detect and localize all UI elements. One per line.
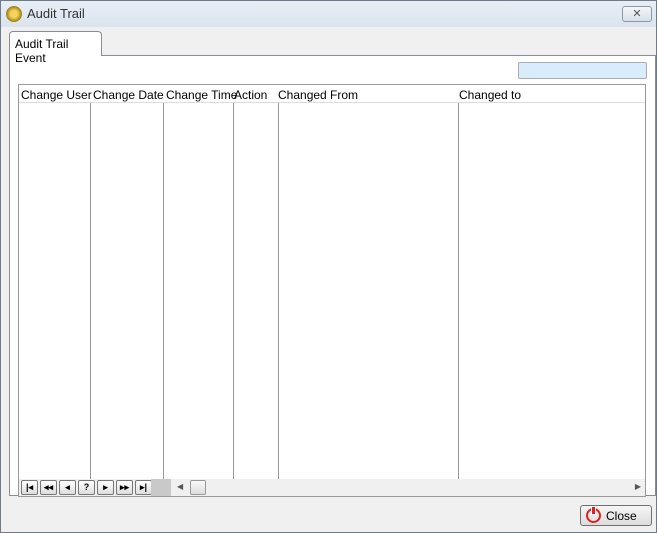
grid-header: Change User Change Date Change Time Acti… [19, 85, 645, 103]
prior-record-button[interactable]: ◂ [59, 480, 76, 495]
last-record-button[interactable]: ▸| [135, 480, 152, 495]
title-bar: Audit Trail ✕ [1, 1, 656, 27]
column-header-change-time[interactable]: Change Time [166, 88, 237, 102]
tab-panel: Change User Change Date Change Time Acti… [9, 55, 656, 497]
audit-trail-window: Audit Trail ✕ Audit Trail Event Change U… [0, 0, 657, 533]
app-logo-icon [6, 6, 22, 22]
column-divider [90, 103, 91, 479]
horizontal-scrollbar-thumb[interactable] [190, 480, 206, 495]
window-close-button[interactable]: ✕ [622, 6, 652, 22]
audit-grid: Change User Change Date Change Time Acti… [18, 84, 646, 497]
next-record-button[interactable]: ▸ [97, 480, 114, 495]
column-divider [233, 103, 234, 479]
column-header-change-user[interactable]: Change User [21, 88, 92, 102]
tab-audit-trail-event[interactable]: Audit Trail Event [9, 31, 102, 65]
first-record-button[interactable]: |◂ [21, 480, 38, 495]
search-input[interactable] [518, 62, 647, 79]
close-button[interactable]: Close [580, 505, 652, 526]
grid-navigator: |◂ ◂◂ ◂ ? ▸ ▸▸ ▸| ◀ ▶ [19, 479, 645, 496]
power-icon [586, 506, 601, 523]
scroll-right-arrow-icon[interactable]: ▶ [635, 482, 641, 491]
prior-page-button[interactable]: ◂◂ [40, 480, 57, 495]
column-header-change-date[interactable]: Change Date [93, 88, 164, 102]
navigator-spacer [151, 479, 171, 496]
help-button[interactable]: ? [78, 480, 95, 495]
column-header-action[interactable]: Action [234, 88, 267, 102]
column-divider [163, 103, 164, 479]
column-header-changed-to[interactable]: Changed to [459, 88, 521, 102]
column-header-changed-from[interactable]: Changed From [278, 88, 358, 102]
column-divider [278, 103, 279, 479]
next-page-button[interactable]: ▸▸ [116, 480, 133, 495]
scroll-left-arrow-icon[interactable]: ◀ [177, 482, 183, 491]
window-title: Audit Trail [27, 6, 85, 21]
column-divider [458, 103, 459, 479]
close-button-label: Close [606, 509, 637, 523]
